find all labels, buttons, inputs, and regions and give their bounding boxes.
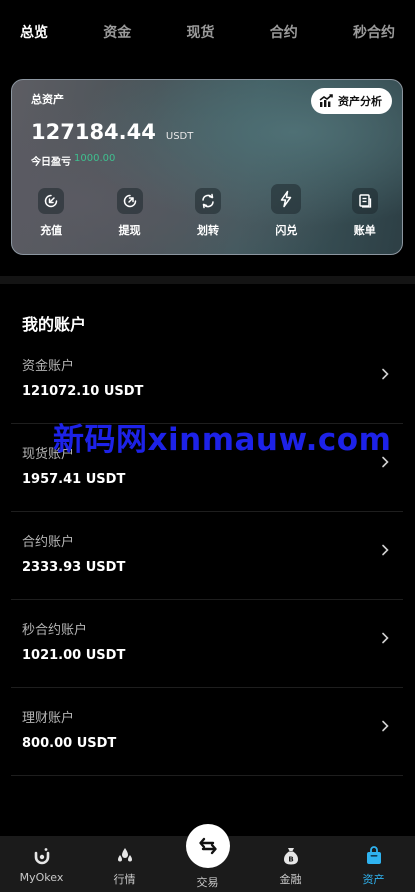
nav-label: MyOkex — [19, 871, 64, 884]
today-pnl-row: 今日盈亏 1000.00 — [31, 153, 115, 168]
account-balance: 121072.10 USDT — [22, 384, 144, 399]
assets-icon — [364, 845, 384, 867]
tab-second-contract[interactable]: 秒合约 — [353, 22, 395, 42]
chevron-right-icon — [382, 368, 389, 380]
nav-myokex[interactable]: MyOkex — [0, 836, 83, 892]
account-name: 合约账户 — [22, 535, 75, 550]
nav-trade[interactable]: 交易 — [166, 824, 249, 892]
account-balance: 2333.93 USDT — [22, 560, 126, 575]
flash-exchange-button[interactable]: 闪兑 — [247, 184, 325, 238]
top-tab-bar: 总览 资金 现货 合约 秒合约 — [0, 0, 415, 64]
transfer-button[interactable]: 划转 — [169, 188, 247, 238]
account-name: 秒合约账户 — [22, 623, 88, 638]
account-item-funds[interactable]: 资金账户 121072.10 USDT — [11, 336, 403, 424]
account-balance: 800.00 USDT — [22, 736, 117, 751]
watermark-text: 新码网xinmauw.com — [53, 422, 392, 458]
tab-funds[interactable]: 资金 — [103, 22, 131, 42]
withdraw-button[interactable]: 提现 — [90, 188, 168, 238]
quick-actions: 充值 提现 划转 闪兑 账单 — [12, 184, 402, 238]
chart-trend-icon — [319, 92, 334, 111]
chevron-right-icon — [382, 544, 389, 556]
finance-icon: B — [281, 845, 301, 867]
today-pnl-label: 今日盈亏 — [31, 157, 71, 168]
bill-label: 账单 — [353, 224, 376, 237]
flash-exchange-icon — [271, 184, 302, 214]
account-item-contract[interactable]: 合约账户 2333.93 USDT — [11, 512, 403, 600]
total-asset-row: 127184.44 USDT — [31, 120, 193, 144]
tab-spot[interactable]: 现货 — [187, 22, 215, 42]
account-name: 理财账户 — [22, 711, 75, 726]
account-list: 资金账户 121072.10 USDT 现货账户 1957.41 USDT 合约… — [11, 336, 403, 776]
withdraw-icon — [116, 188, 143, 214]
transfer-icon — [194, 188, 221, 214]
bill-button[interactable]: 账单 — [326, 188, 402, 238]
my-accounts-title: 我的账户 — [22, 315, 87, 334]
total-asset-card: 总资产 资产分析 127184.44 USDT 今日盈亏 1000.00 充值 … — [11, 79, 403, 255]
nav-assets[interactable]: 资产 — [332, 836, 415, 892]
card-title: 总资产 — [31, 93, 64, 106]
deposit-icon — [38, 188, 65, 214]
myokex-icon — [32, 845, 52, 867]
bill-icon — [351, 188, 378, 214]
market-icon — [115, 845, 135, 867]
asset-analysis-label: 资产分析 — [338, 95, 382, 108]
account-balance: 1021.00 USDT — [22, 648, 126, 663]
deposit-label: 充值 — [40, 224, 63, 237]
svg-text:B: B — [288, 856, 293, 864]
deposit-button[interactable]: 充值 — [12, 188, 90, 238]
nav-finance[interactable]: B 金融 — [249, 836, 332, 892]
section-divider — [0, 276, 415, 284]
flash-exchange-label: 闪兑 — [275, 224, 298, 237]
nav-label: 资产 — [362, 873, 385, 886]
chevron-right-icon — [382, 632, 389, 644]
withdraw-label: 提现 — [118, 224, 141, 237]
trade-icon — [185, 824, 230, 868]
transfer-label: 划转 — [196, 224, 219, 237]
account-balance: 1957.41 USDT — [22, 472, 126, 487]
chevron-right-icon — [382, 720, 389, 732]
tab-overview[interactable]: 总览 — [20, 22, 48, 42]
account-name: 资金账户 — [22, 359, 75, 374]
nav-market[interactable]: 行情 — [83, 836, 166, 892]
nav-label: 行情 — [113, 873, 136, 886]
total-asset-value: 127184.44 — [31, 120, 156, 144]
bottom-nav-bar: MyOkex 行情 交易 B 金融 资产 — [0, 824, 415, 892]
tab-contract[interactable]: 合约 — [270, 22, 298, 42]
today-pnl-value: 1000.00 — [74, 153, 116, 164]
nav-label: 金融 — [279, 873, 302, 886]
account-item-second-contract[interactable]: 秒合约账户 1021.00 USDT — [11, 600, 403, 688]
account-item-wealth[interactable]: 理财账户 800.00 USDT — [11, 688, 403, 776]
asset-analysis-button[interactable]: 资产分析 — [311, 88, 392, 114]
nav-label: 交易 — [196, 876, 219, 889]
total-asset-unit: USDT — [165, 131, 194, 142]
